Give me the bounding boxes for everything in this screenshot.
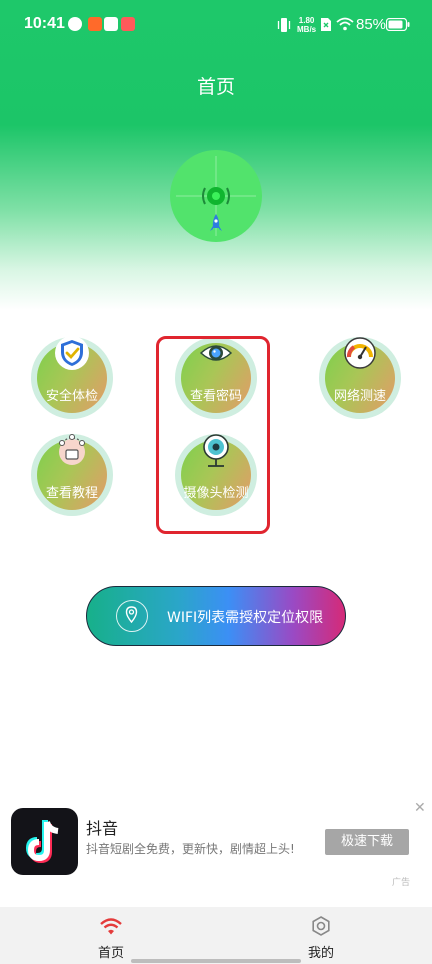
wifi-permission-label: WIFI列表需授权定位权限	[167, 610, 324, 626]
status-bar: 10:41 1.80 MB/s 85%	[0, 0, 432, 52]
wifi-permission-button[interactable]: WIFI列表需授权定位权限	[86, 586, 346, 646]
ad-download-button[interactable]: 极速下载	[325, 829, 409, 855]
ad-banner[interactable]: 抖音 抖音短剧全免费，更新快，剧情超上头! 极速下载 ✕ 广告	[0, 795, 432, 905]
net-speed-unit: MB/s	[297, 25, 317, 34]
tile-security-check[interactable]: 安全体检	[31, 336, 113, 419]
ad-app-name: 抖音	[86, 819, 119, 838]
tile-label: 安全体检	[45, 389, 98, 404]
tile-speed-test[interactable]: 网络测速	[319, 337, 401, 419]
settings-icon	[312, 916, 330, 936]
mail-notification-icon	[104, 17, 118, 31]
app-notification-icon	[68, 17, 82, 31]
status-time: 10:41	[24, 15, 65, 32]
battery-percent: 85%	[356, 16, 387, 33]
battery-icon	[386, 18, 410, 31]
tutorial-icon	[59, 434, 85, 465]
page-title: 首页	[196, 76, 235, 98]
tile-label: 网络测速	[333, 389, 386, 404]
location-pin-icon	[116, 600, 148, 632]
ad-description: 抖音短剧全免费，更新快，剧情超上头!	[86, 842, 295, 856]
scan-button[interactable]	[170, 150, 262, 242]
ad-close-icon[interactable]: ✕	[414, 800, 426, 816]
net-speed-value: 1.80	[298, 16, 315, 25]
radar-rocket-icon	[176, 156, 256, 236]
vibrate-icon	[277, 18, 291, 32]
network-speed: 1.80 MB/s	[297, 16, 316, 34]
bottom-tab-bar: 首页 我的	[0, 907, 432, 964]
douyin-app-icon[interactable]	[11, 808, 78, 875]
tile-label: 查看教程	[45, 486, 98, 501]
tab-mine[interactable]: 我的	[266, 907, 376, 964]
home-indicator[interactable]	[131, 959, 301, 963]
ad-tag: 广告	[392, 878, 411, 888]
tile-tutorial[interactable]: 查看教程	[31, 434, 113, 516]
no-sim-icon	[321, 18, 331, 31]
speedometer-icon	[344, 337, 376, 369]
news-notification-icon	[121, 17, 135, 31]
wifi-icon	[100, 918, 122, 935]
shopping-notification-icon	[88, 17, 102, 31]
shield-check-icon	[55, 336, 89, 370]
tab-home[interactable]: 首页	[56, 907, 166, 964]
wifi-signal-icon	[336, 17, 354, 31]
highlight-box	[156, 336, 270, 534]
